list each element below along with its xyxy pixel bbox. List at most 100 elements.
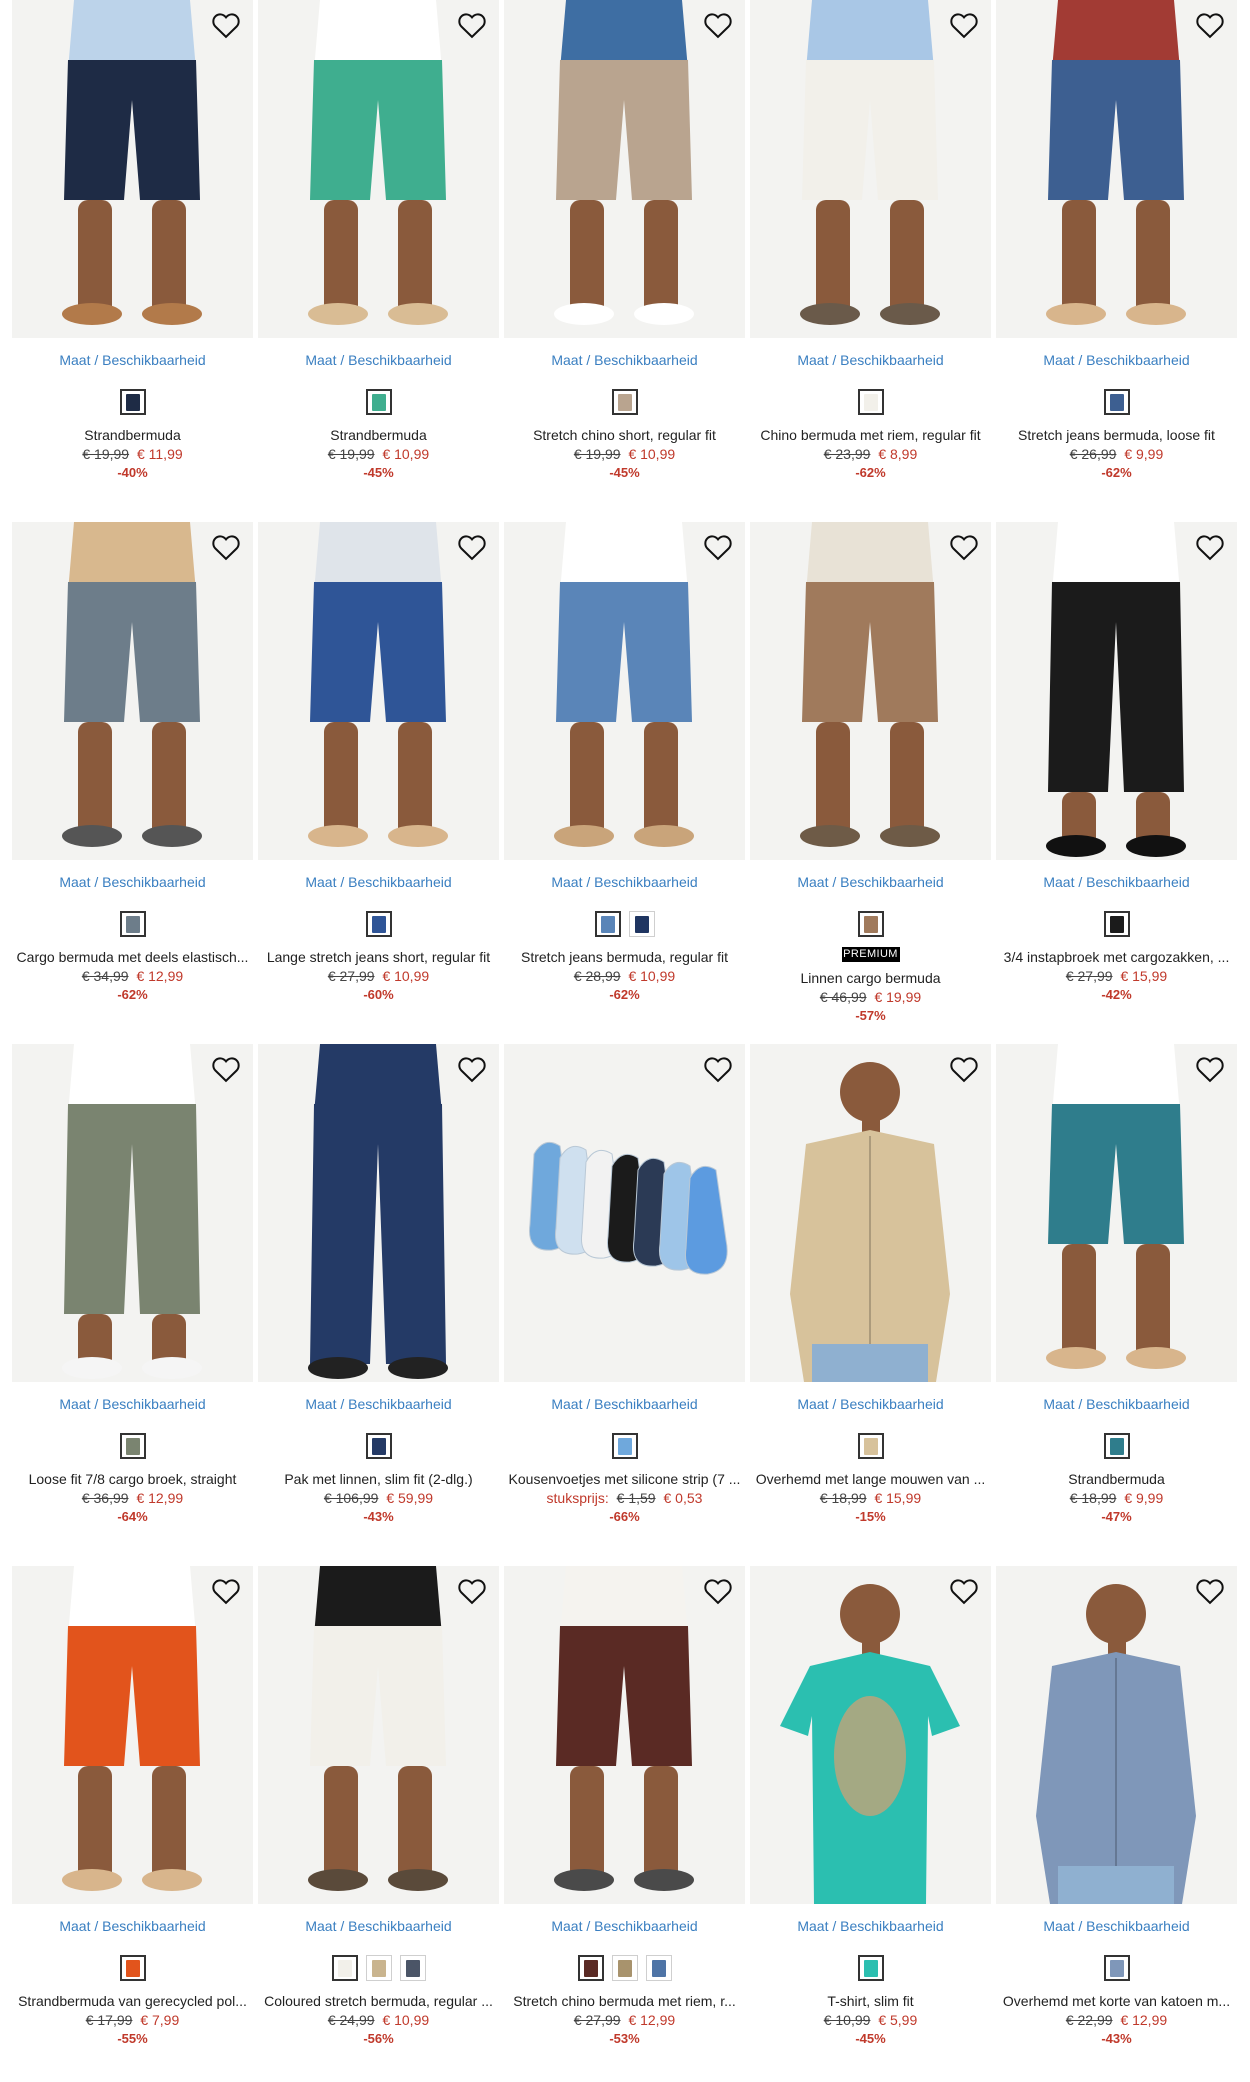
color-swatch[interactable] [645,1955,672,1981]
product-card[interactable]: Maat / Beschikbaarheid Strandbermuda van… [12,1566,253,2048]
product-name[interactable]: Stretch jeans bermuda, regular fit [504,948,745,966]
product-image[interactable] [996,0,1237,338]
color-swatch[interactable] [119,911,146,937]
wishlist-heart-icon[interactable] [209,1574,243,1608]
color-swatch[interactable] [399,1955,426,1981]
wishlist-heart-icon[interactable] [701,1052,735,1086]
size-availability-link[interactable]: Maat / Beschikbaarheid [996,1395,1237,1413]
product-image[interactable] [258,522,499,860]
size-availability-link[interactable]: Maat / Beschikbaarheid [504,1395,745,1413]
product-image[interactable] [258,1044,499,1382]
color-swatch[interactable] [1103,1955,1130,1981]
wishlist-heart-icon[interactable] [947,1052,981,1086]
size-availability-link[interactable]: Maat / Beschikbaarheid [258,1395,499,1413]
size-availability-link[interactable]: Maat / Beschikbaarheid [996,873,1237,891]
product-name[interactable]: Strandbermuda [12,426,253,444]
product-card[interactable]: Maat / Beschikbaarheid Coloured stretch … [258,1566,499,2048]
product-image[interactable] [504,0,745,338]
color-swatch[interactable] [857,1955,884,1981]
product-image[interactable] [12,1566,253,1904]
product-card[interactable]: Maat / Beschikbaarheid Overhemd met lang… [750,1044,991,1526]
color-swatch[interactable] [611,389,638,415]
size-availability-link[interactable]: Maat / Beschikbaarheid [750,351,991,369]
wishlist-heart-icon[interactable] [1193,1574,1227,1608]
color-swatch[interactable] [1103,389,1130,415]
wishlist-heart-icon[interactable] [209,1052,243,1086]
size-availability-link[interactable]: Maat / Beschikbaarheid [12,1395,253,1413]
size-availability-link[interactable]: Maat / Beschikbaarheid [750,1917,991,1935]
wishlist-heart-icon[interactable] [209,530,243,564]
product-name[interactable]: Chino bermuda met riem, regular fit [750,426,991,444]
size-availability-link[interactable]: Maat / Beschikbaarheid [996,351,1237,369]
size-availability-link[interactable]: Maat / Beschikbaarheid [504,351,745,369]
product-card[interactable]: Maat / Beschikbaarheid PREMIUM Linnen ca… [750,522,991,1025]
color-swatch[interactable] [365,389,392,415]
product-image[interactable] [996,522,1237,860]
color-swatch[interactable] [857,911,884,937]
size-availability-link[interactable]: Maat / Beschikbaarheid [258,351,499,369]
product-card[interactable]: Maat / Beschikbaarheid T-shirt, slim fit… [750,1566,991,2048]
color-swatch[interactable] [365,1433,392,1459]
product-card[interactable]: Maat / Beschikbaarheid 3/4 instapbroek m… [996,522,1237,1004]
size-availability-link[interactable]: Maat / Beschikbaarheid [12,1917,253,1935]
color-swatch[interactable] [611,1433,638,1459]
product-card[interactable]: Maat / Beschikbaarheid Cargo bermuda met… [12,522,253,1004]
color-swatch[interactable] [594,911,621,937]
product-image[interactable] [504,522,745,860]
wishlist-heart-icon[interactable] [209,8,243,42]
color-swatch[interactable] [119,389,146,415]
product-name[interactable]: Strandbermuda van gerecycled pol... [12,1992,253,2010]
wishlist-heart-icon[interactable] [701,530,735,564]
product-image[interactable] [258,1566,499,1904]
product-card[interactable]: Maat / Beschikbaarheid Strandbermuda € 1… [12,0,253,482]
product-image[interactable] [996,1044,1237,1382]
product-card[interactable]: Maat / Beschikbaarheid Loose fit 7/8 car… [12,1044,253,1526]
product-image[interactable] [504,1044,745,1382]
color-swatch[interactable] [365,911,392,937]
color-swatch[interactable] [365,1955,392,1981]
product-name[interactable]: T-shirt, slim fit [750,1992,991,2010]
wishlist-heart-icon[interactable] [947,8,981,42]
product-name[interactable]: Strandbermuda [258,426,499,444]
color-swatch[interactable] [1103,1433,1130,1459]
size-availability-link[interactable]: Maat / Beschikbaarheid [750,873,991,891]
color-swatch[interactable] [119,1955,146,1981]
product-card[interactable]: Maat / Beschikbaarheid Kousenvoetjes met… [504,1044,745,1526]
product-name[interactable]: Stretch chino short, regular fit [504,426,745,444]
wishlist-heart-icon[interactable] [947,1574,981,1608]
product-image[interactable] [12,1044,253,1382]
wishlist-heart-icon[interactable] [701,1574,735,1608]
product-card[interactable]: Maat / Beschikbaarheid Strandbermuda € 1… [258,0,499,482]
product-image[interactable] [12,0,253,338]
size-availability-link[interactable]: Maat / Beschikbaarheid [504,873,745,891]
product-name[interactable]: Lange stretch jeans short, regular fit [258,948,499,966]
wishlist-heart-icon[interactable] [1193,530,1227,564]
product-image[interactable] [750,1044,991,1382]
product-card[interactable]: Maat / Beschikbaarheid Stretch chino sho… [504,0,745,482]
size-availability-link[interactable]: Maat / Beschikbaarheid [750,1395,991,1413]
product-image[interactable] [996,1566,1237,1904]
color-swatch[interactable] [628,911,655,937]
product-card[interactable]: Maat / Beschikbaarheid Stretch jeans ber… [504,522,745,1004]
color-swatch[interactable] [119,1433,146,1459]
product-card[interactable]: Maat / Beschikbaarheid Overhemd met kort… [996,1566,1237,2048]
size-availability-link[interactable]: Maat / Beschikbaarheid [996,1917,1237,1935]
wishlist-heart-icon[interactable] [947,530,981,564]
product-name[interactable]: 3/4 instapbroek met cargozakken, ... [996,948,1237,966]
color-swatch[interactable] [577,1955,604,1981]
product-card[interactable]: Maat / Beschikbaarheid Stretch jeans ber… [996,0,1237,482]
wishlist-heart-icon[interactable] [455,1052,489,1086]
product-image[interactable] [750,1566,991,1904]
product-name[interactable]: Stretch jeans bermuda, loose fit [996,426,1237,444]
wishlist-heart-icon[interactable] [1193,8,1227,42]
color-swatch[interactable] [1103,911,1130,937]
size-availability-link[interactable]: Maat / Beschikbaarheid [258,873,499,891]
size-availability-link[interactable]: Maat / Beschikbaarheid [12,873,253,891]
color-swatch[interactable] [331,1955,358,1981]
product-name[interactable]: Stretch chino bermuda met riem, r... [504,1992,745,2010]
product-name[interactable]: Coloured stretch bermuda, regular ... [258,1992,499,2010]
product-image[interactable] [750,0,991,338]
product-image[interactable] [504,1566,745,1904]
color-swatch[interactable] [611,1955,638,1981]
wishlist-heart-icon[interactable] [455,8,489,42]
